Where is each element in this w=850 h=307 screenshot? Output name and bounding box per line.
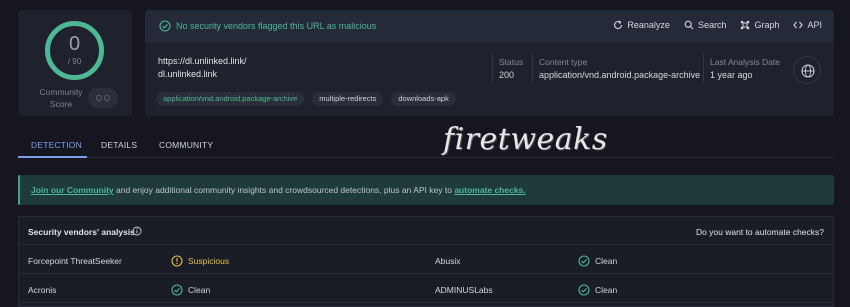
vendor-name: Acronis <box>28 285 57 295</box>
api-button[interactable]: API <box>793 20 822 30</box>
check-circle-icon <box>578 284 590 296</box>
watermark: firetweaks <box>443 122 608 157</box>
url-preview-button[interactable] <box>793 56 821 84</box>
vendors-panel: Security vendors' analysis Do you want t… <box>18 216 834 307</box>
join-community-link[interactable]: Join our Community <box>31 185 114 195</box>
detection-count: 0 <box>68 33 81 55</box>
vendor-result-label: Clean <box>595 285 618 295</box>
table-row: Forcepoint ThreatSeeker Suspicious Abusi… <box>19 246 833 274</box>
graph-label: Graph <box>754 20 780 30</box>
community-score-label: Community Score <box>39 87 83 109</box>
verdict-banner: No security vendors flagged this URL as … <box>145 10 834 42</box>
last-analysis-label: Last Analysis Date <box>710 57 780 67</box>
vendor-name: Abusix <box>435 256 461 266</box>
tag-chip[interactable]: application/vnd.android.package-archive <box>156 92 305 106</box>
status-value: 200 <box>499 70 515 80</box>
url-domain: dl.unlinked.link <box>158 69 218 79</box>
automate-checks-prompt[interactable]: Do you want to automate checks? <box>696 227 824 237</box>
tag-chip[interactable]: multiple-redirects <box>312 92 384 106</box>
warning-circle-icon <box>171 255 183 267</box>
search-label: Search <box>697 20 727 30</box>
check-circle-icon <box>159 20 171 32</box>
check-circle-icon <box>171 284 183 296</box>
vendor-name: ADMINUSLabs <box>435 285 493 295</box>
tab-community[interactable]: COMMUNITY <box>159 140 213 150</box>
tab-details[interactable]: DETAILS <box>101 140 137 150</box>
api-label: API <box>807 20 822 30</box>
vote-icon <box>96 95 110 101</box>
search-icon <box>684 20 694 30</box>
url-full: https://dl.unlinked.link/ <box>158 56 247 66</box>
detection-score-ring: 0 / 90 <box>43 19 106 82</box>
status-label: Status <box>499 57 524 67</box>
vendor-name: Forcepoint ThreatSeeker <box>28 256 122 266</box>
community-vote-button[interactable] <box>88 88 118 108</box>
active-tab-indicator <box>18 156 87 158</box>
join-community-banner: Join our Community and enjoy additional … <box>18 175 834 205</box>
vendor-result-label: Clean <box>595 256 618 266</box>
vendor-result: Clean <box>171 284 210 296</box>
reanalyze-label: Reanalyze <box>627 20 670 30</box>
api-icon <box>793 21 804 29</box>
action-bar: Reanalyze Search Graph API <box>613 20 822 30</box>
tab-bar: DETECTION DETAILS COMMUNITY <box>18 134 834 158</box>
vendor-result: Suspicious <box>171 255 229 267</box>
content-type-label: Content type <box>539 57 588 67</box>
search-button[interactable]: Search <box>684 20 727 30</box>
last-analysis-value: 1 year ago <box>710 70 753 80</box>
info-icon[interactable] <box>132 226 142 236</box>
graph-button[interactable]: Graph <box>740 20 779 30</box>
refresh-icon <box>614 20 623 30</box>
vendor-result-label: Clean <box>188 285 211 295</box>
content-type-value: application/vnd.android.package-archive <box>539 70 701 80</box>
table-row: Acronis Clean ADMINUSLabs Clean <box>19 275 833 303</box>
detection-total: / 90 <box>67 57 82 66</box>
vendor-result: Clean <box>578 255 617 267</box>
join-message: Join our Community and enjoy additional … <box>31 185 526 195</box>
url-info-card: No security vendors flagged this URL as … <box>145 10 834 116</box>
vendor-result-label: Suspicious <box>188 256 230 266</box>
score-card: 0 / 90 Community Score <box>18 10 132 116</box>
verdict-message: No security vendors flagged this URL as … <box>176 21 377 31</box>
divider <box>703 54 704 82</box>
divider <box>492 54 493 82</box>
graph-icon <box>741 20 750 30</box>
tab-detection[interactable]: DETECTION <box>31 140 82 150</box>
vendor-result: Clean <box>578 284 617 296</box>
tag-chip[interactable]: downloads-apk <box>391 92 456 106</box>
globe-icon <box>801 64 815 78</box>
tag-list: application/vnd.android.package-archive … <box>156 92 456 106</box>
vendors-header: Security vendors' analysis Do you want t… <box>19 217 833 245</box>
check-circle-icon <box>578 255 590 267</box>
divider <box>532 54 533 82</box>
reanalyze-button[interactable]: Reanalyze <box>613 20 670 30</box>
vendors-title: Security vendors' analysis <box>28 227 135 237</box>
automate-checks-link[interactable]: automate checks. <box>454 185 525 195</box>
join-middle-text: and enjoy additional community insights … <box>113 185 455 195</box>
